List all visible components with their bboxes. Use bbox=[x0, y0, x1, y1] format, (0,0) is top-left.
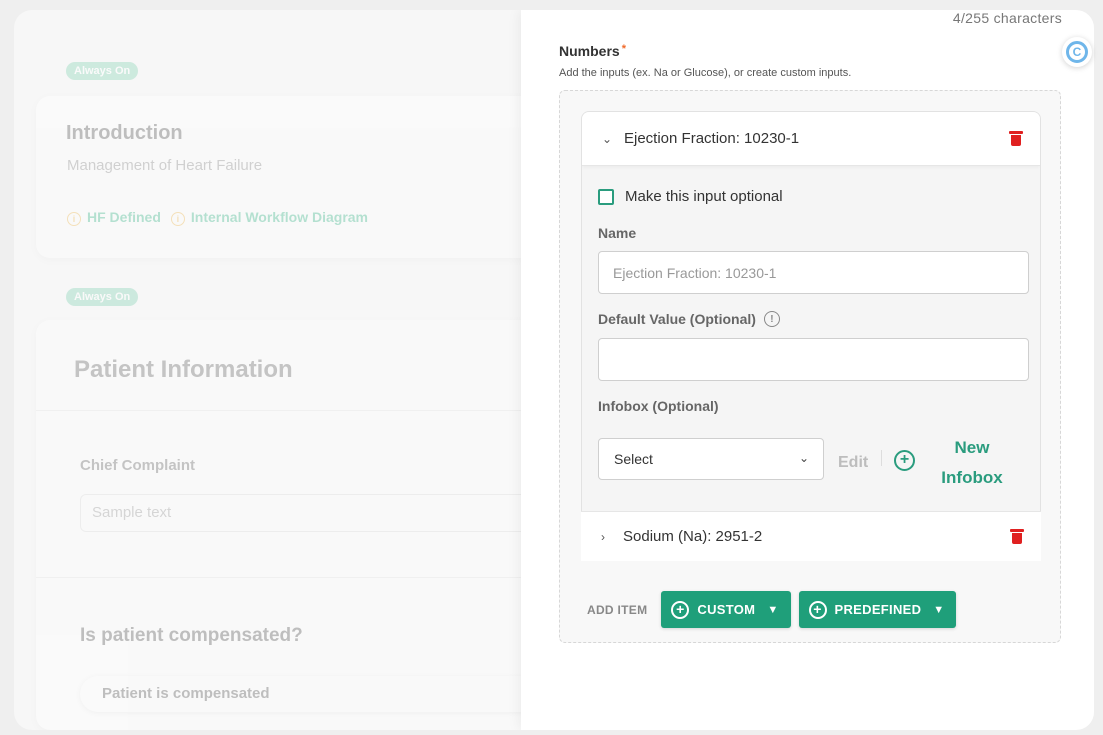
app-frame: Always On Introduction Management of Hea… bbox=[14, 10, 1094, 730]
required-marker: * bbox=[621, 43, 626, 55]
default-value-input[interactable] bbox=[598, 338, 1029, 381]
make-optional-row[interactable]: Make this input optional bbox=[598, 188, 783, 205]
add-item-row: ADD ITEM + CUSTOM ▼ + PREDEFINED ▼ bbox=[587, 591, 964, 628]
character-count: 4/255 characters bbox=[952, 10, 1062, 26]
predefined-button[interactable]: + PREDEFINED ▼ bbox=[798, 591, 957, 628]
assistant-launcher-button[interactable]: C bbox=[1062, 37, 1092, 67]
chevron-down-icon: ▼ bbox=[933, 603, 945, 616]
default-value-label: Default Value (Optional) ! bbox=[598, 311, 780, 327]
info-icon[interactable]: ! bbox=[763, 311, 780, 327]
always-on-badge: Always On bbox=[66, 62, 139, 80]
edit-infobox-button[interactable]: Edit bbox=[838, 454, 868, 472]
name-input[interactable]: Ejection Fraction: 10230-1 bbox=[598, 251, 1029, 294]
sodium-item-header[interactable]: › Sodium (Na): 2951-2 bbox=[581, 511, 1041, 561]
item-label: Ejection Fraction: 10230-1 bbox=[624, 130, 800, 147]
chief-complaint-input[interactable]: Sample text bbox=[80, 494, 540, 532]
item-label: Sodium (Na): 2951-2 bbox=[623, 528, 763, 545]
assistant-icon: C bbox=[1066, 41, 1088, 63]
plus-circle-icon[interactable]: + bbox=[894, 450, 915, 471]
info-icon: i bbox=[67, 212, 81, 226]
compensated-option[interactable]: Patient is compensated bbox=[80, 676, 540, 712]
number-item-expanded: ⌄ Ejection Fraction: 10230-1 Make this i… bbox=[581, 111, 1041, 561]
introduction-card: Introduction Management of Heart Failure… bbox=[36, 96, 536, 258]
chevron-down-icon: ⌄ bbox=[798, 451, 809, 465]
numbers-inputs-container: ⌄ Ejection Fraction: 10230-1 Make this i… bbox=[559, 90, 1061, 643]
custom-button[interactable]: + CUSTOM ▼ bbox=[661, 591, 791, 628]
infobox-label: Infobox (Optional) bbox=[598, 398, 719, 414]
patient-info-card: Patient Information Chief Complaint Samp… bbox=[36, 320, 556, 730]
chief-complaint-label: Chief Complaint bbox=[80, 457, 195, 474]
trash-icon[interactable] bbox=[1010, 528, 1024, 545]
introduction-subtitle: Management of Heart Failure bbox=[67, 157, 263, 174]
info-icon: i bbox=[170, 212, 185, 226]
introduction-title: Introduction bbox=[66, 122, 183, 144]
numbers-panel: 4/255 characters Numbers * Add the inputs… bbox=[521, 10, 1094, 730]
always-on-badge: Always On bbox=[66, 288, 139, 306]
divider bbox=[881, 450, 882, 466]
numbers-section-title: Numbers * bbox=[559, 43, 626, 59]
introduction-links: i HF Defined i Internal Workflow Diagram bbox=[67, 209, 368, 226]
patient-info-title: Patient Information bbox=[74, 356, 293, 383]
trash-icon[interactable] bbox=[1009, 130, 1023, 147]
chevron-right-icon[interactable]: › bbox=[601, 530, 615, 544]
plus-circle-icon: + bbox=[808, 600, 827, 619]
new-infobox-button[interactable]: New Infobox bbox=[932, 433, 1012, 493]
name-label: Name bbox=[598, 225, 637, 241]
hf-defined-link[interactable]: i HF Defined bbox=[67, 209, 161, 226]
plus-circle-icon: + bbox=[671, 600, 690, 619]
background-editor: Always On Introduction Management of Hea… bbox=[14, 10, 556, 730]
numbers-section-help: Add the inputs (ex. Na or Glucose), or c… bbox=[559, 67, 852, 79]
chevron-down-icon: ▼ bbox=[767, 603, 779, 616]
ejection-fraction-header[interactable]: ⌄ Ejection Fraction: 10230-1 bbox=[582, 112, 1040, 166]
add-item-label: ADD ITEM bbox=[587, 602, 648, 617]
infobox-select[interactable]: Select ⌄ bbox=[598, 438, 824, 480]
divider bbox=[36, 410, 556, 411]
divider bbox=[36, 577, 556, 578]
optional-label: Make this input optional bbox=[625, 188, 783, 205]
chevron-down-icon[interactable]: ⌄ bbox=[602, 132, 616, 146]
compensated-question: Is patient compensated? bbox=[80, 625, 303, 646]
workflow-diagram-link[interactable]: i Internal Workflow Diagram bbox=[170, 209, 368, 226]
optional-checkbox[interactable] bbox=[598, 188, 614, 205]
